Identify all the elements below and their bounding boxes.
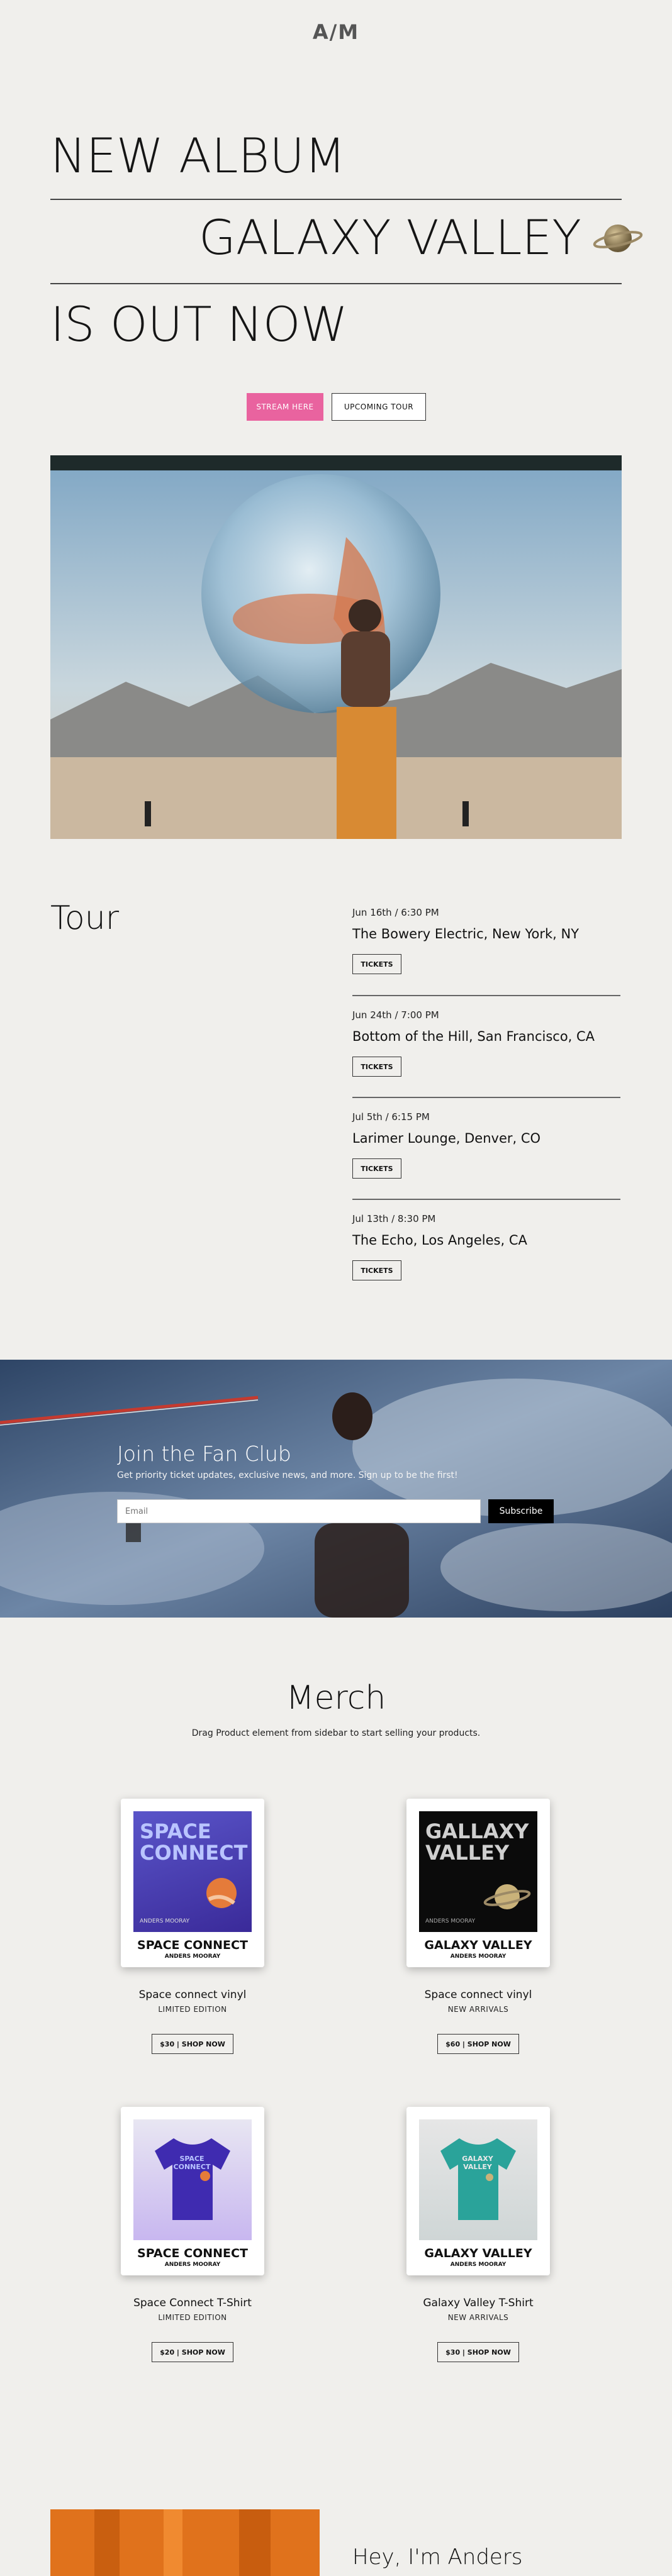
card-sub: ANDERS MOORAY	[164, 1953, 221, 1960]
hero-line-galaxy-valley: GALAXY VALLEY	[199, 209, 581, 265]
tickets-button[interactable]: TICKETS	[352, 954, 401, 974]
hero-divider-1	[50, 199, 622, 200]
product-art: GALAXY VALLEY	[419, 2119, 537, 2240]
shop-now-button[interactable]: $20 | SHOP NOW	[152, 2342, 233, 2362]
tickets-button[interactable]: TICKETS	[352, 1260, 401, 1280]
gig-venue: The Echo, Los Angeles, CA	[352, 1233, 527, 1248]
hero-divider-2	[50, 283, 622, 284]
subscribe-button[interactable]: Subscribe	[488, 1499, 554, 1523]
card-sub: ANDERS MOORAY	[164, 2262, 221, 2268]
fanclub-subtitle: Get priority ticket updates, exclusive n…	[117, 1470, 458, 1480]
product-card[interactable]: SPACE CONNECT SPACE CONNECT ANDERS MOORA…	[121, 2107, 264, 2275]
art-title: SPACE CONNECT	[140, 1819, 248, 1865]
fanclub-title: Join the Fan Club	[117, 1441, 291, 1466]
product-title: Galaxy Valley T-Shirt	[423, 2297, 534, 2309]
card-name: SPACE CONNECT	[137, 1938, 248, 1952]
product-tag: NEW ARRIVALS	[447, 2313, 509, 2322]
art-title: GALLAXY VALLEY	[425, 1819, 529, 1865]
merch-subtitle: Drag Product element from sidebar to sta…	[191, 1728, 481, 1738]
product-card[interactable]: GALLAXY VALLEY ANDERS MOORAY GALAXY VALL…	[406, 1799, 550, 1967]
gig-divider	[352, 1097, 620, 1098]
site-logo[interactable]: A/M	[0, 20, 672, 44]
album-hero-photo	[50, 455, 622, 839]
shop-now-button[interactable]: $30 | SHOP NOW	[152, 2034, 233, 2054]
tshirt-icon	[155, 2138, 230, 2220]
hero-line-out-now: IS OUT NOW	[50, 296, 348, 352]
planet-icon	[206, 1878, 237, 1908]
gig-date: Jul 5th / 6:15 PM	[352, 1111, 430, 1123]
about-greeting: Hey, I'm Anders	[352, 2545, 523, 2570]
shop-now-button[interactable]: $30 | SHOP NOW	[437, 2342, 519, 2362]
gig-venue: Larimer Lounge, Denver, CO	[352, 1131, 541, 1146]
gig-date: Jul 13th / 8:30 PM	[352, 1213, 436, 1224]
about-photo	[50, 2509, 320, 2576]
art-caption: ANDERS MOORAY	[425, 1918, 476, 1924]
art-title: SPACE CONNECT	[173, 2155, 211, 2171]
product-tag: LIMITED EDITION	[158, 2313, 227, 2322]
merch-title: Merch	[286, 1679, 386, 1717]
stream-here-button[interactable]: STREAM HERE	[247, 393, 323, 421]
gig-date: Jun 24th / 7:00 PM	[352, 1009, 439, 1021]
upcoming-tour-button[interactable]: UPCOMING TOUR	[332, 393, 426, 421]
email-input[interactable]	[117, 1499, 481, 1523]
shop-now-button[interactable]: $60 | SHOP NOW	[437, 2034, 519, 2054]
product-art: SPACE CONNECT	[133, 2119, 252, 2240]
product-tag: NEW ARRIVALS	[447, 2005, 509, 2014]
fanclub-banner	[0, 1360, 672, 1618]
tshirt-icon	[440, 2138, 516, 2220]
product-card[interactable]: GALAXY VALLEY GALAXY VALLEY ANDERS MOORA…	[406, 2107, 550, 2275]
saturn-icon	[593, 216, 643, 260]
gig-date: Jun 16th / 6:30 PM	[352, 907, 439, 918]
card-sub: ANDERS MOORAY	[450, 1953, 507, 1960]
card-sub: ANDERS MOORAY	[450, 2262, 507, 2268]
tickets-button[interactable]: TICKETS	[352, 1057, 401, 1077]
gig-divider	[352, 995, 620, 996]
gig-divider	[352, 1199, 620, 1200]
card-name: SPACE CONNECT	[137, 2246, 248, 2260]
hero-album-row: GALAXY VALLEY	[199, 214, 643, 262]
tickets-button[interactable]: TICKETS	[352, 1158, 401, 1179]
product-tag: LIMITED EDITION	[158, 2005, 227, 2014]
hero-line-new-album: NEW ALBUM	[50, 128, 346, 184]
gig-venue: The Bowery Electric, New York, NY	[352, 926, 580, 941]
product-art: SPACE CONNECT ANDERS MOORAY	[133, 1811, 252, 1932]
art-title: GALAXY VALLEY	[462, 2155, 493, 2171]
card-name: GALAXY VALLEY	[424, 2246, 532, 2260]
art-caption: ANDERS MOORAY	[140, 1918, 190, 1924]
product-art: GALLAXY VALLEY ANDERS MOORAY	[419, 1811, 537, 1932]
product-title: Space connect vinyl	[138, 1989, 247, 2001]
gig-venue: Bottom of the Hill, San Francisco, CA	[352, 1029, 595, 1044]
tour-title: Tour	[50, 899, 120, 937]
product-title: Space connect vinyl	[424, 1989, 532, 2001]
saturn-icon	[483, 1884, 531, 1909]
card-name: GALAXY VALLEY	[424, 1938, 532, 1952]
fanclub-background-photo	[0, 1360, 672, 1618]
product-card[interactable]: SPACE CONNECT ANDERS MOORAY SPACE CONNEC…	[121, 1799, 264, 1967]
product-title: Space Connect T-Shirt	[133, 2297, 252, 2309]
